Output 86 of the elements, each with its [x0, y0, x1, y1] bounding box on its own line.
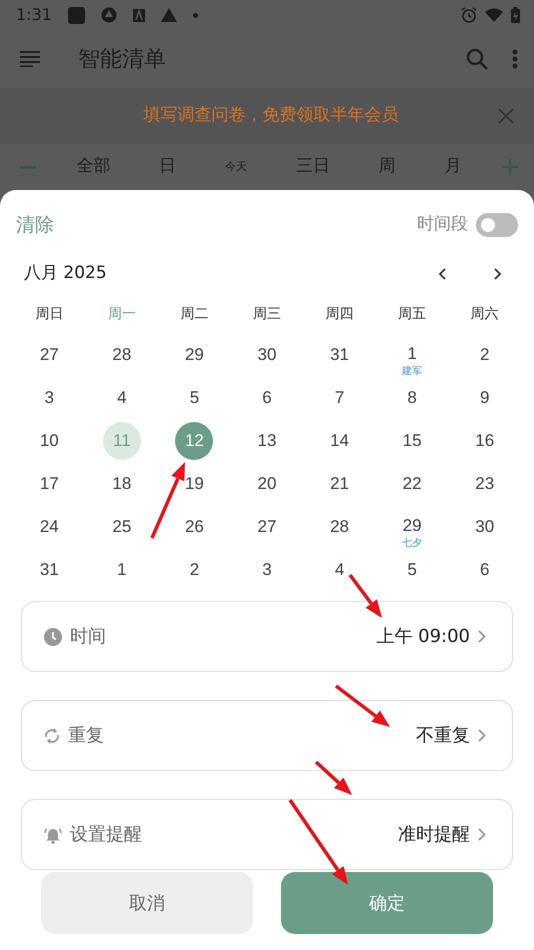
- calendar-day[interactable]: 3: [248, 551, 286, 589]
- calendar-day[interactable]: 7: [320, 379, 359, 417]
- wifi-icon: [485, 8, 503, 22]
- holiday-label: 建军: [402, 367, 422, 377]
- annotation-arrow: [314, 760, 352, 795]
- calendar-day[interactable]: 28: [320, 508, 359, 546]
- alarm-icon: [461, 7, 477, 23]
- app-title: 智能清单: [78, 46, 166, 74]
- calendar-day[interactable]: 2: [466, 336, 504, 374]
- setting-label: 设置提醒: [70, 823, 142, 847]
- weekday-label: 周一: [106, 305, 137, 324]
- annotation-arrow: [334, 684, 390, 727]
- calendar-day[interactable]: 27: [30, 336, 68, 374]
- calendar-day[interactable]: 29: [175, 336, 214, 374]
- app-square-icon: [68, 6, 85, 24]
- calendar-day[interactable]: 23: [466, 465, 504, 503]
- calendar-day[interactable]: 22: [393, 465, 432, 503]
- calendar-day[interactable]: 30: [466, 508, 504, 546]
- month-title: 八月 2025: [24, 262, 107, 286]
- setting-value: 上午 09:00: [376, 625, 470, 649]
- calendar-day[interactable]: 31: [320, 336, 359, 374]
- calendar-day[interactable]: 28: [102, 336, 141, 374]
- setting-label: 时间: [70, 625, 106, 649]
- calendar-day[interactable]: 9: [466, 379, 504, 417]
- calendar-day[interactable]: 14: [320, 422, 359, 460]
- calendar-day[interactable]: 4: [320, 551, 359, 589]
- setting-card[interactable]: 时间 上午 09:00: [21, 601, 513, 672]
- calendar-day[interactable]: 31: [30, 551, 68, 589]
- weekday-label: 周五: [397, 305, 428, 324]
- search-icon[interactable]: [466, 48, 488, 70]
- calendar-day[interactable]: 17: [30, 465, 68, 503]
- calendar-day[interactable]: 1: [393, 340, 432, 367]
- holiday-label: 七夕: [402, 539, 422, 549]
- chevron-right-icon: [478, 828, 486, 841]
- chevron-right-icon: [478, 729, 486, 742]
- calendar-day[interactable]: 19: [175, 465, 214, 503]
- weekday-label: 周四: [324, 305, 355, 324]
- calendar-day[interactable]: 16: [466, 422, 504, 460]
- clock-icon: [44, 628, 62, 646]
- annotation-arrow: [348, 574, 382, 618]
- chevron-left-icon[interactable]: [438, 268, 446, 280]
- status-time: 1:31: [16, 4, 52, 26]
- calendar-day[interactable]: 27: [248, 508, 286, 546]
- setting-value: 准时提醒: [398, 823, 470, 847]
- calendar-day[interactable]: 6: [248, 379, 286, 417]
- calendar-day[interactable]: 2: [175, 551, 214, 589]
- calendar-day[interactable]: 26: [175, 508, 214, 546]
- calendar-day[interactable]: 6: [466, 551, 504, 589]
- cancel-button[interactable]: 取消: [41, 872, 253, 934]
- calendar-day[interactable]: 3: [30, 379, 68, 417]
- calendar-day[interactable]: 25: [102, 508, 141, 546]
- range-label: 时间段: [417, 213, 468, 236]
- weekday-label: 周六: [470, 305, 500, 324]
- triangle-icon: [160, 8, 177, 22]
- calendar-day[interactable]: 5: [393, 551, 432, 589]
- battery-icon: [511, 7, 520, 23]
- calendar-day[interactable]: 15: [393, 422, 432, 460]
- range-toggle[interactable]: [476, 213, 518, 237]
- setting-card[interactable]: 设置提醒 准时提醒: [21, 799, 513, 870]
- sync-icon: [44, 726, 60, 744]
- dot-icon: [192, 12, 198, 18]
- calendar-day[interactable]: 21: [320, 465, 359, 503]
- weekday-label: 周三: [252, 305, 282, 324]
- calendar-day[interactable]: 29: [393, 512, 432, 539]
- calendar-day[interactable]: 5: [175, 379, 214, 417]
- menu-icon[interactable]: [20, 51, 40, 67]
- calendar-day[interactable]: 4: [102, 379, 141, 417]
- chevron-right-icon: [478, 630, 486, 643]
- calendar-day[interactable]: 8: [393, 379, 432, 417]
- calendar-day[interactable]: 1: [102, 551, 141, 589]
- calendar-day[interactable]: 24: [30, 508, 68, 546]
- calendar-day[interactable]: 13: [248, 422, 286, 460]
- calendar-day[interactable]: 10: [30, 422, 68, 460]
- font-icon: [132, 8, 145, 22]
- weekday-label: 周日: [34, 305, 64, 324]
- weekday-label: 周二: [179, 305, 210, 324]
- aperture-icon: [100, 7, 117, 23]
- more-icon[interactable]: [512, 49, 518, 69]
- calendar-day[interactable]: 30: [248, 336, 286, 374]
- calendar-day[interactable]: 20: [248, 465, 286, 503]
- setting-value: 不重复: [416, 724, 470, 748]
- close-icon[interactable]: [498, 108, 514, 124]
- chevron-right-icon[interactable]: [494, 268, 502, 280]
- calendar-day[interactable]: 18: [102, 465, 141, 503]
- setting-label: 重复: [68, 724, 104, 748]
- setting-card[interactable]: 重复 不重复: [21, 700, 513, 771]
